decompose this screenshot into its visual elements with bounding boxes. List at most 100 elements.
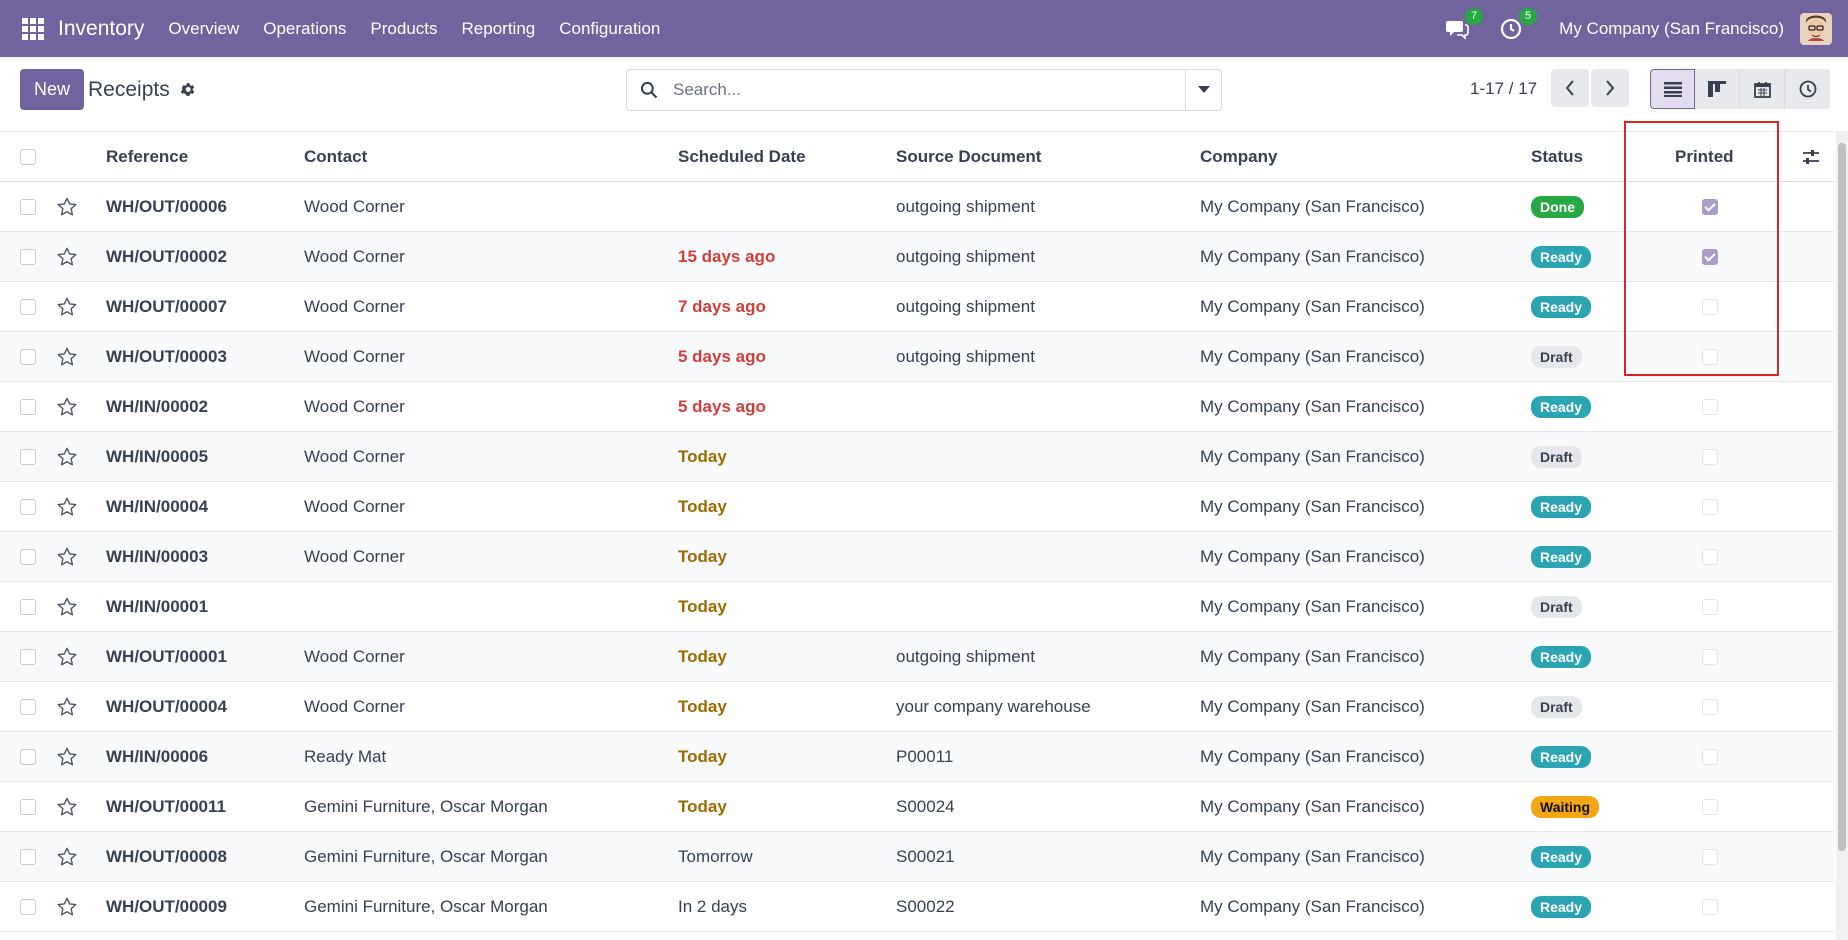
table-row[interactable]: WH/IN/00004 Wood Corner Today My Company (S… <box>0 481 1834 532</box>
user-avatar[interactable] <box>1800 12 1832 45</box>
printed-checkbox[interactable] <box>1702 649 1718 666</box>
favorite-star-icon[interactable] <box>56 596 78 618</box>
cell-company[interactable]: My Company (San Francisco) <box>1200 281 1531 332</box>
table-row[interactable]: WH/OUT/00008 Gemini Furniture, Oscar Morg… <box>0 831 1834 882</box>
cell-source-document[interactable]: outgoing shipment <box>896 331 1200 382</box>
activities-clock-icon[interactable]: 5 <box>1499 7 1538 41</box>
pager-value[interactable]: 1-17 / 17 <box>1470 79 1537 99</box>
app-name[interactable]: Inventory <box>58 17 144 41</box>
pager-next-button[interactable] <box>1591 69 1629 107</box>
cell-reference[interactable]: WH/OUT/00004 <box>106 681 304 732</box>
row-select-checkbox[interactable] <box>20 399 36 416</box>
cell-reference[interactable]: WH/OUT/00001 <box>106 631 304 682</box>
row-select-checkbox[interactable] <box>20 849 36 866</box>
printed-checkbox[interactable] <box>1702 199 1718 216</box>
table-row[interactable]: WH/OUT/00009 Gemini Furniture, Oscar Morg… <box>0 881 1834 932</box>
cell-source-document[interactable] <box>896 481 1200 532</box>
menu-reporting[interactable]: Reporting <box>450 19 548 39</box>
cell-company[interactable]: My Company (San Francisco) <box>1200 231 1531 282</box>
favorite-star-icon[interactable] <box>56 746 78 768</box>
optional-columns-icon[interactable] <box>1800 146 1822 168</box>
printed-checkbox[interactable] <box>1702 599 1718 616</box>
pager-previous-button[interactable] <box>1551 69 1589 107</box>
cell-scheduled-date[interactable]: Today <box>678 731 896 782</box>
cell-source-document[interactable]: outgoing shipment <box>896 631 1200 682</box>
table-row[interactable]: WH/OUT/00006 Wood Corner outgoing shipment… <box>0 181 1834 232</box>
table-row[interactable]: WH/OUT/00002 Wood Corner 15 days ago outgoi… <box>0 231 1834 282</box>
cell-source-document[interactable] <box>896 431 1200 482</box>
table-row[interactable]: WH/IN/00002 Wood Corner 5 days ago My Compa… <box>0 381 1834 432</box>
cell-scheduled-date[interactable]: Today <box>678 431 896 482</box>
cell-source-document[interactable]: P00011 <box>896 731 1200 782</box>
favorite-star-icon[interactable] <box>56 896 78 918</box>
cell-source-document[interactable]: outgoing shipment <box>896 281 1200 332</box>
table-row[interactable]: WH/OUT/00004 Wood Corner Today your company… <box>0 681 1834 732</box>
cell-reference[interactable]: WH/IN/00006 <box>106 731 304 782</box>
printed-checkbox[interactable] <box>1702 299 1718 316</box>
cell-reference[interactable]: WH/IN/00001 <box>106 581 304 632</box>
cell-contact[interactable]: Gemini Furniture, Oscar Morgan <box>304 781 678 832</box>
cell-scheduled-date[interactable] <box>678 181 896 232</box>
favorite-star-icon[interactable] <box>56 246 78 268</box>
cell-contact[interactable]: Wood Corner <box>304 531 678 582</box>
column-printed[interactable]: Printed <box>1675 131 1788 182</box>
printed-checkbox[interactable] <box>1702 399 1718 416</box>
favorite-star-icon[interactable] <box>56 646 78 668</box>
new-button[interactable]: New <box>20 69 84 110</box>
row-select-checkbox[interactable] <box>20 499 36 516</box>
cell-scheduled-date[interactable]: Today <box>678 481 896 532</box>
list-scrollbar[interactable] <box>1836 131 1848 940</box>
printed-checkbox[interactable] <box>1702 799 1718 816</box>
cell-company[interactable]: My Company (San Francisco) <box>1200 381 1531 432</box>
row-select-checkbox[interactable] <box>20 299 36 316</box>
select-all-checkbox[interactable] <box>20 149 36 166</box>
cell-company[interactable]: My Company (San Francisco) <box>1200 831 1531 882</box>
cell-contact[interactable]: Wood Corner <box>304 231 678 282</box>
cell-company[interactable]: My Company (San Francisco) <box>1200 731 1531 782</box>
calendar-view-button[interactable] <box>1740 69 1785 109</box>
table-row[interactable]: WH/IN/00003 Wood Corner Today My Company (S… <box>0 531 1834 582</box>
printed-checkbox[interactable] <box>1702 749 1718 766</box>
cell-reference[interactable]: WH/OUT/00011 <box>106 781 304 832</box>
cell-scheduled-date[interactable]: 15 days ago <box>678 231 896 282</box>
favorite-star-icon[interactable] <box>56 446 78 468</box>
favorite-star-icon[interactable] <box>56 696 78 718</box>
favorite-star-icon[interactable] <box>56 296 78 318</box>
cell-source-document[interactable] <box>896 531 1200 582</box>
cell-scheduled-date[interactable]: 7 days ago <box>678 281 896 332</box>
table-row[interactable]: WH/OUT/00001 Wood Corner Today outgoing shi… <box>0 631 1834 682</box>
cell-company[interactable]: My Company (San Francisco) <box>1200 181 1531 232</box>
cell-scheduled-date[interactable]: Today <box>678 581 896 632</box>
cell-contact[interactable]: Ready Mat <box>304 731 678 782</box>
cell-company[interactable]: My Company (San Francisco) <box>1200 481 1531 532</box>
cell-contact[interactable]: Wood Corner <box>304 431 678 482</box>
favorite-star-icon[interactable] <box>56 396 78 418</box>
scrollbar-thumb[interactable] <box>1838 143 1846 851</box>
cell-contact[interactable]: Wood Corner <box>304 481 678 532</box>
cell-contact[interactable]: Wood Corner <box>304 181 678 232</box>
cell-scheduled-date[interactable]: 5 days ago <box>678 381 896 432</box>
cell-contact[interactable]: Wood Corner <box>304 381 678 432</box>
cell-scheduled-date[interactable]: Today <box>678 681 896 732</box>
table-row[interactable]: WH/IN/00005 Wood Corner Today My Company (S… <box>0 431 1834 482</box>
cell-source-document[interactable]: S00022 <box>896 881 1200 932</box>
cell-scheduled-date[interactable]: Tomorrow <box>678 831 896 882</box>
cell-scheduled-date[interactable]: In 2 days <box>678 881 896 932</box>
row-select-checkbox[interactable] <box>20 449 36 466</box>
cell-company[interactable]: My Company (San Francisco) <box>1200 881 1531 932</box>
cell-source-document[interactable]: outgoing shipment <box>896 181 1200 232</box>
cell-contact[interactable]: Gemini Furniture, Oscar Morgan <box>304 831 678 882</box>
cell-source-document[interactable]: S00021 <box>896 831 1200 882</box>
cell-reference[interactable]: WH/OUT/00003 <box>106 331 304 382</box>
favorite-star-icon[interactable] <box>56 196 78 218</box>
row-select-checkbox[interactable] <box>20 649 36 666</box>
cell-scheduled-date[interactable]: 5 days ago <box>678 331 896 382</box>
favorite-star-icon[interactable] <box>56 546 78 568</box>
table-row[interactable]: WH/OUT/00007 Wood Corner 7 days ago outgoin… <box>0 281 1834 332</box>
menu-configuration[interactable]: Configuration <box>547 19 672 39</box>
cell-company[interactable]: My Company (San Francisco) <box>1200 681 1531 732</box>
row-select-checkbox[interactable] <box>20 749 36 766</box>
table-row[interactable]: WH/OUT/00003 Wood Corner 5 days ago outgoin… <box>0 331 1834 382</box>
cell-source-document[interactable]: outgoing shipment <box>896 231 1200 282</box>
table-row[interactable]: WH/IN/00001 Today My Company (San Francisc… <box>0 581 1834 632</box>
